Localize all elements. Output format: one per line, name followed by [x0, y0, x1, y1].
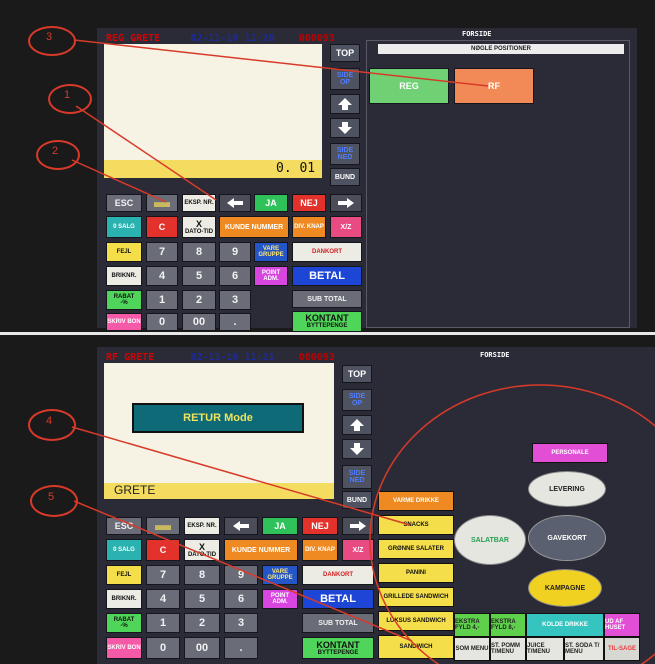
annotation-label-2: 2 [52, 145, 59, 157]
annotation-lines-2 [71, 384, 655, 664]
annotation-lines [71, 39, 489, 203]
annotation-label-1: 1 [64, 89, 71, 101]
photo-bottom: RF GRETE 02-11-16 11:21 000093 FORSIDE R… [0, 335, 655, 664]
annotation-label-3: 3 [46, 31, 53, 43]
photo-top: REG GRETE 02-11-16 11:20 000093 0. 01 TO… [0, 0, 655, 332]
annotation-label-4: 4 [46, 415, 53, 427]
annotation-label-5: 5 [48, 491, 55, 503]
